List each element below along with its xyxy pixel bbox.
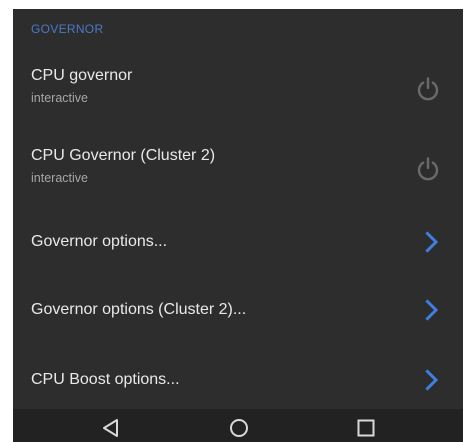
setting-title: Governor options (Cluster 2)...: [31, 301, 247, 318]
recents-icon[interactable]: [353, 415, 379, 441]
back-icon[interactable]: [98, 415, 124, 441]
setting-governor-options-cluster-2[interactable]: Governor options (Cluster 2)...: [13, 285, 463, 335]
setting-cpu-boost-options[interactable]: CPU Boost options...: [13, 355, 463, 405]
chevron-right-icon[interactable]: [425, 369, 439, 391]
setting-summary: interactive: [31, 171, 88, 185]
setting-title: CPU governor: [31, 67, 133, 84]
setting-title: CPU Boost options...: [31, 371, 180, 388]
navigation-bar: [13, 409, 463, 442]
setting-title: Governor options...: [31, 233, 168, 250]
screen: GOVERNOR CPU governor interactive CPU Go…: [13, 9, 463, 442]
setting-summary: interactive: [31, 91, 88, 105]
settings-list: GOVERNOR CPU governor interactive CPU Go…: [13, 9, 463, 409]
chevron-right-icon[interactable]: [425, 231, 439, 253]
setting-cpu-governor[interactable]: CPU governor interactive: [13, 53, 463, 123]
section-header-governor: GOVERNOR: [31, 22, 104, 36]
setting-governor-options[interactable]: Governor options...: [13, 217, 463, 267]
power-icon[interactable]: [415, 76, 441, 102]
home-icon[interactable]: [226, 415, 252, 441]
setting-title: CPU Governor (Cluster 2): [31, 147, 216, 164]
setting-cpu-governor-cluster-2[interactable]: CPU Governor (Cluster 2) interactive: [13, 133, 463, 203]
power-icon[interactable]: [415, 156, 441, 182]
chevron-right-icon[interactable]: [425, 299, 439, 321]
